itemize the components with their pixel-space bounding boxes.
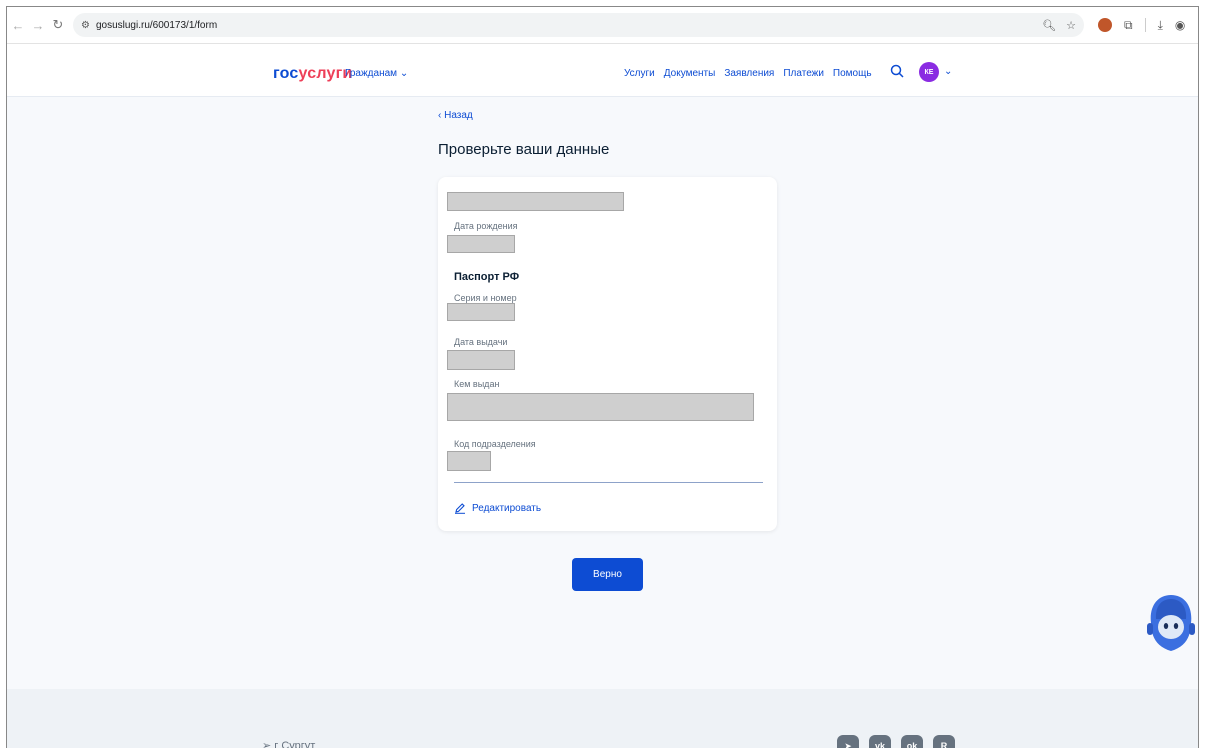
issue-date-label: Дата выдачи (454, 337, 508, 347)
birth-date-label: Дата рождения (454, 221, 518, 231)
pencil-icon (455, 503, 465, 514)
site-footer: ➢ г Сургут ➤ vk ok R (7, 689, 1198, 748)
nav-services[interactable]: Услуги (624, 68, 655, 79)
address-bar[interactable]: ⚙ gosuslugi.ru/600173/1/form 🔍︎ ☆ (73, 13, 1084, 37)
download-icon[interactable]: ⤓ (1158, 18, 1163, 33)
browser-toolbar: ← → ↻ ⚙ gosuslugi.ru/600173/1/form 🔍︎ ☆ … (7, 7, 1198, 44)
site-settings-icon[interactable]: ⚙ (81, 20, 90, 31)
redacted-series-number (447, 303, 515, 321)
extensions-icon[interactable]: ⧉ (1124, 18, 1133, 33)
page-title: Проверьте ваши данные (438, 141, 610, 158)
edit-label: Редактировать (472, 502, 542, 514)
user-initials: КЕ (924, 68, 934, 76)
redacted-dept-code (447, 451, 491, 471)
passport-section-title: Паспорт РФ (454, 271, 520, 283)
edit-link[interactable]: Редактировать (454, 502, 541, 514)
redacted-issue-date (447, 350, 515, 370)
redacted-full-name (447, 192, 624, 211)
personal-data-card: Дата рождения Паспорт РФ Серия и номер Д… (438, 177, 777, 531)
audience-dropdown[interactable]: Гражданам ⌄ (345, 68, 408, 79)
nav-documents[interactable]: Документы (664, 68, 716, 79)
browser-window: ← → ↻ ⚙ gosuslugi.ru/600173/1/form 🔍︎ ☆ … (6, 6, 1199, 748)
confirm-button[interactable]: Верно (572, 558, 643, 591)
ok-icon[interactable]: ok (901, 735, 923, 748)
chevron-down-icon: ⌄ (399, 68, 409, 79)
city-label: г Сургут (274, 740, 316, 748)
user-avatar[interactable]: КЕ (919, 62, 939, 82)
redacted-issued-by (447, 393, 754, 421)
search-icon[interactable] (890, 64, 904, 78)
logo-gos: гос (273, 65, 299, 82)
forward-arrow-icon[interactable]: → (29, 18, 47, 33)
site-header: госуслуги Гражданам ⌄ Услуги Документы З… (7, 44, 1198, 97)
toolbar-separator (1144, 18, 1146, 32)
card-divider (454, 482, 763, 483)
issued-by-label: Кем выдан (454, 379, 500, 389)
redacted-birth-date (447, 235, 515, 253)
profile-extension-icon[interactable] (1098, 18, 1112, 32)
telegram-icon[interactable]: ➤ (837, 735, 859, 748)
series-number-label: Серия и номер (454, 293, 517, 303)
location-arrow-icon: ➢ (262, 740, 275, 748)
nav-payments[interactable]: Платежи (783, 68, 824, 79)
nav-help[interactable]: Помощь (833, 68, 872, 79)
assistant-robot-icon[interactable] (1145, 593, 1197, 655)
user-menu-chevron-icon[interactable]: ⌄ (944, 66, 952, 77)
top-nav: Услуги Документы Заявления Платежи Помощ… (624, 68, 872, 79)
zoom-icon[interactable]: 🔍︎ (1042, 19, 1056, 32)
gosuslugi-logo[interactable]: госуслуги (273, 65, 352, 83)
back-arrow-icon[interactable]: ← (9, 18, 27, 33)
dept-code-label: Код подразделения (454, 439, 536, 449)
bookmark-star-icon[interactable]: ☆ (1066, 19, 1076, 32)
rutube-icon[interactable]: R (933, 735, 955, 748)
vk-icon[interactable]: vk (869, 735, 891, 748)
nav-applications[interactable]: Заявления (724, 68, 774, 79)
back-link[interactable]: ‹ Назад (438, 110, 473, 121)
back-label: Назад (444, 110, 473, 121)
account-icon[interactable]: ◉ (1175, 18, 1185, 32)
reload-icon[interactable]: ↻ (49, 17, 67, 33)
url-text[interactable]: gosuslugi.ru/600173/1/form (96, 20, 217, 31)
city-selector[interactable]: ➢ г Сургут (262, 739, 315, 748)
social-links: ➤ vk ok R (837, 735, 955, 748)
audience-label: Гражданам (345, 68, 398, 79)
